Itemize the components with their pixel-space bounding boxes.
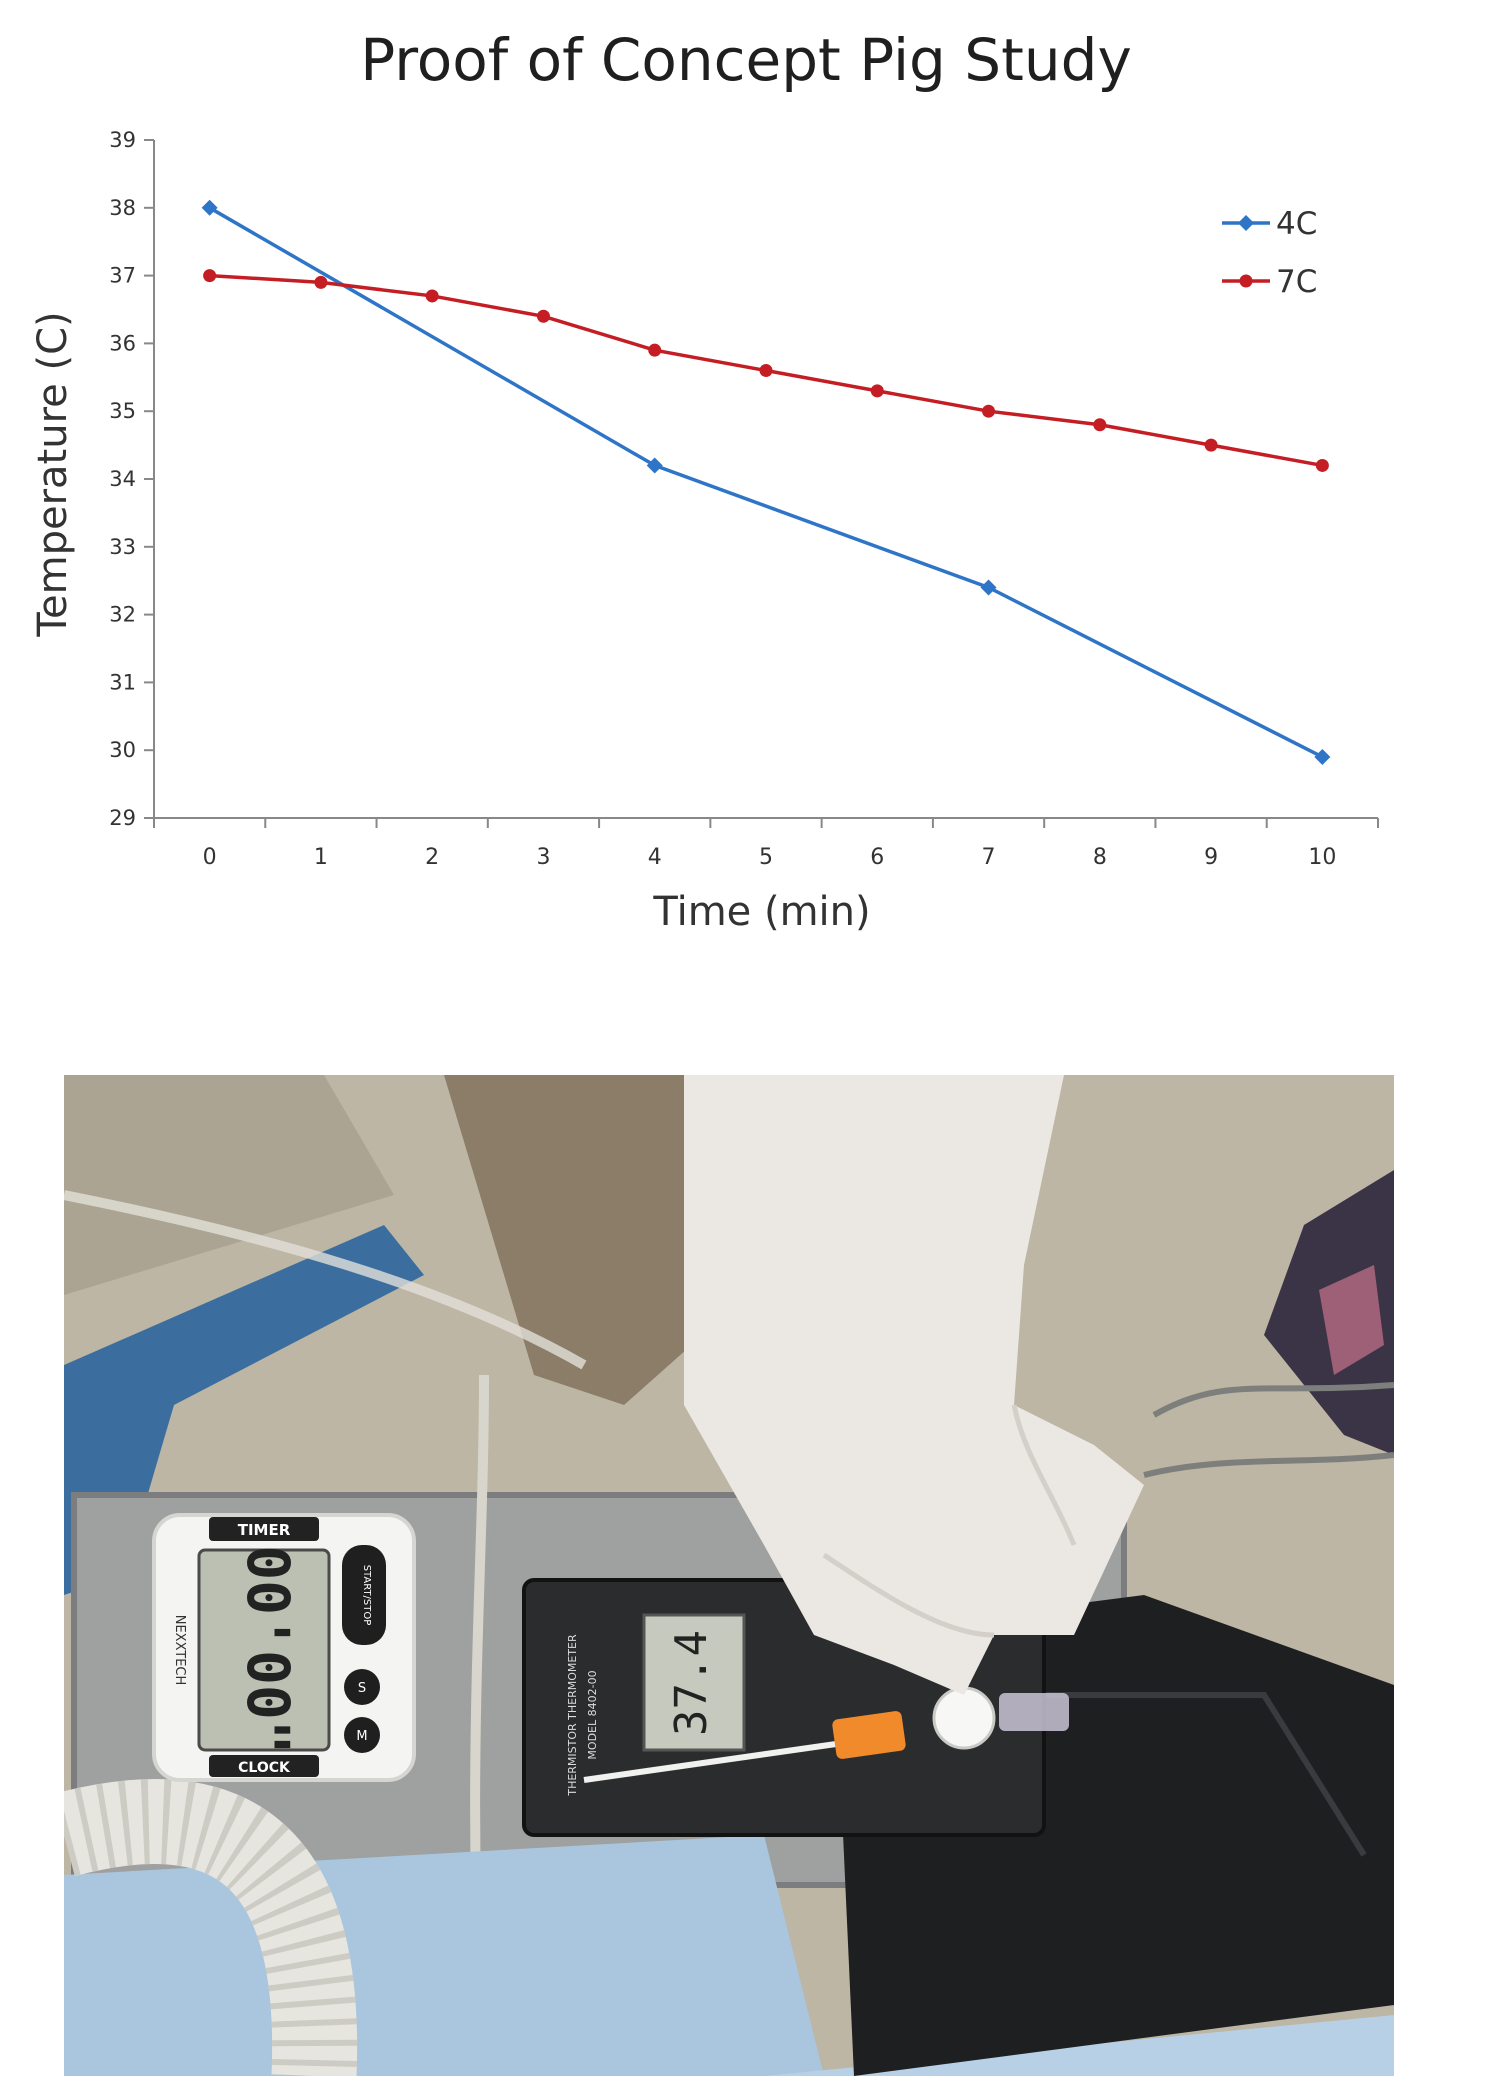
data-point xyxy=(982,404,996,418)
legend-entry: 7C xyxy=(1222,264,1317,300)
y-tick-label: 33 xyxy=(109,535,136,559)
x-tick-label: 2 xyxy=(425,845,439,870)
timer-bottom-label: CLOCK xyxy=(238,1760,291,1776)
y-tick-label: 29 xyxy=(109,806,136,830)
thermometer-model: MODEL 8402-00 xyxy=(586,1670,599,1759)
x-tick-label: 1 xyxy=(314,845,328,870)
x-tick-label: 9 xyxy=(1204,845,1218,870)
digital-timer: 00'00" TIMER CLOCK NEXXTECH START/STOP S… xyxy=(152,1513,416,1782)
data-point xyxy=(1315,458,1329,472)
data-point xyxy=(1314,748,1331,765)
x-tick-label: 0 xyxy=(203,845,217,870)
lab-photo: 00'00" TIMER CLOCK NEXXTECH START/STOP S… xyxy=(64,1075,1394,2076)
temperature-line-chart: Proof of Concept Pig Study 2930313233343… xyxy=(30,26,1379,935)
series-7c xyxy=(203,269,1329,472)
timer-brand: NEXXTECH xyxy=(172,1615,187,1686)
data-point xyxy=(980,579,997,596)
x-tick-label: 8 xyxy=(1093,845,1107,870)
series-4c xyxy=(201,199,1331,765)
chart-legend: 4C 7C xyxy=(1222,206,1317,300)
legend-marker xyxy=(1239,274,1253,288)
x-axis-label: Time (min) xyxy=(652,889,870,935)
data-point xyxy=(425,289,439,303)
x-tick-label: 4 xyxy=(648,845,662,870)
y-tick-label: 35 xyxy=(109,399,136,423)
chart-series xyxy=(201,199,1331,765)
y-tick-label: 32 xyxy=(109,603,136,627)
data-point xyxy=(648,343,662,357)
x-tick-label: 5 xyxy=(759,845,773,870)
thermometer-display-text: 37.4 xyxy=(666,1630,717,1736)
data-point xyxy=(759,364,773,378)
data-point xyxy=(314,275,328,289)
y-tick-label: 31 xyxy=(109,670,136,694)
legend-label: 7C xyxy=(1276,264,1317,300)
timer-m-label: M xyxy=(356,1729,367,1744)
legend-label: 4C xyxy=(1276,206,1317,242)
blue-drape xyxy=(64,1835,824,2076)
chart-title: Proof of Concept Pig Study xyxy=(360,26,1132,94)
y-tick-label: 36 xyxy=(109,331,136,355)
x-tick-label: 10 xyxy=(1308,845,1336,870)
stopcock xyxy=(932,1686,996,1750)
legend-entry: 4C xyxy=(1222,206,1317,242)
timer-top-label: TIMER xyxy=(238,1521,291,1539)
y-tick-label: 39 xyxy=(109,128,136,152)
data-point xyxy=(1093,418,1107,432)
thermometer-label: THERMISTOR THERMOMETER xyxy=(566,1634,579,1797)
y-tick-label: 38 xyxy=(109,196,136,220)
data-point xyxy=(870,384,884,398)
y-tick-label: 37 xyxy=(109,264,136,288)
y-tick-label: 30 xyxy=(109,738,136,762)
legend-marker xyxy=(1238,215,1254,231)
data-point xyxy=(536,309,550,323)
data-point xyxy=(201,199,218,216)
data-point xyxy=(646,457,663,474)
timer-display-text: 00'00" xyxy=(234,1545,302,1755)
data-point xyxy=(203,269,217,283)
timer-start-stop-label: START/STOP xyxy=(361,1565,372,1626)
x-tick-label: 6 xyxy=(870,845,884,870)
timer-s-label: S xyxy=(358,1681,366,1696)
x-tick-label: 7 xyxy=(982,845,996,870)
y-tick-label: 34 xyxy=(109,467,136,491)
data-point xyxy=(1204,438,1218,452)
y-axis-label: Temperature (C) xyxy=(30,311,76,637)
x-tick-label: 3 xyxy=(536,845,550,870)
